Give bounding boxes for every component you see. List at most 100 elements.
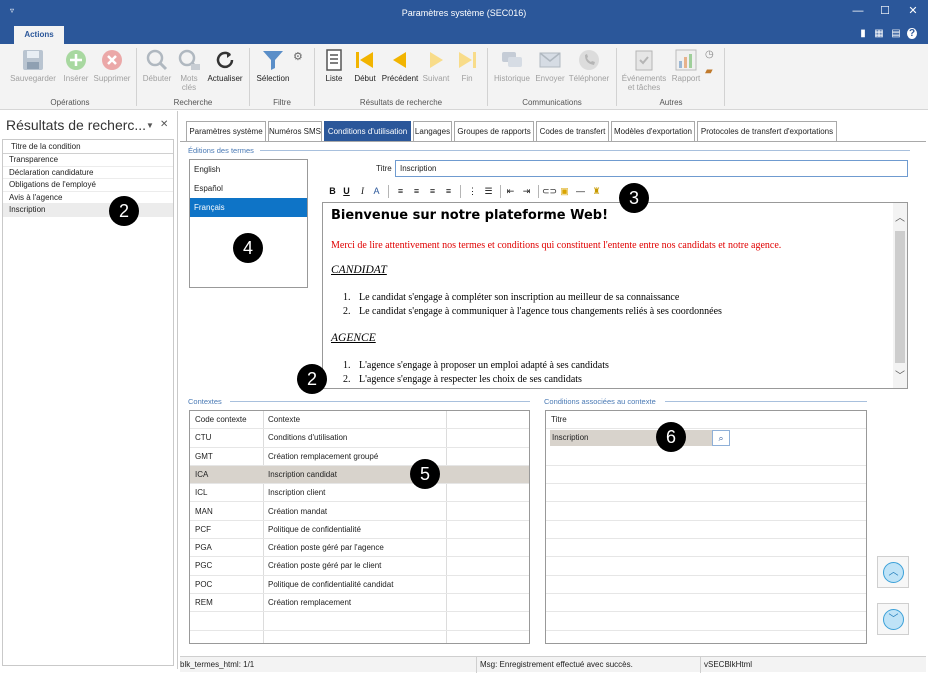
tab-actions[interactable]: Actions: [14, 26, 64, 44]
bold-icon[interactable]: B: [326, 185, 339, 198]
underline-icon[interactable]: U: [340, 185, 353, 198]
column-header-condition-title[interactable]: Titre de la condition: [3, 140, 173, 154]
print-icon[interactable]: ▤: [891, 28, 901, 39]
image-icon[interactable]: ▣: [558, 185, 571, 198]
delete-button[interactable]: Supprimer: [92, 48, 132, 83]
filter-settings-icon[interactable]: ⚙: [293, 50, 303, 63]
table-row-empty[interactable]: [546, 466, 866, 485]
tab-transfer-codes[interactable]: Codes de transfert: [536, 121, 609, 141]
send-button[interactable]: Envoyer: [534, 48, 566, 83]
panel-menu-icon[interactable]: ▼: [146, 121, 154, 130]
call-button[interactable]: Téléphoner: [567, 48, 611, 83]
table-row[interactable]: CTU Conditions d'utilisation: [190, 429, 529, 448]
bullet-list-icon[interactable]: ☰: [482, 185, 495, 198]
align-justify-icon[interactable]: ≡: [442, 185, 455, 198]
scroll-down-icon[interactable]: ﹀: [895, 367, 905, 382]
list-item[interactable]: Obligations de l'employé: [3, 179, 173, 192]
table-row-selected[interactable]: ICA Inscription candidat: [190, 465, 529, 485]
list-item[interactable]: Déclaration candidature: [3, 167, 173, 179]
align-left-icon[interactable]: ≡: [394, 185, 407, 198]
briefcase-icon[interactable]: ▰: [705, 66, 713, 77]
link-icon[interactable]: ⊂⊃: [542, 185, 557, 198]
tab-languages[interactable]: Langages: [413, 121, 452, 141]
clock-icon[interactable]: ◷: [705, 49, 714, 60]
calculator-icon[interactable]: ▮: [858, 28, 868, 39]
save-button[interactable]: Sauvegarder: [8, 48, 58, 83]
table-row-empty[interactable]: [546, 557, 866, 576]
text-color-icon[interactable]: A: [370, 185, 383, 198]
terms-editor[interactable]: Bienvenue sur notre plateforme Web! Merc…: [322, 202, 908, 389]
tab-sms-numbers[interactable]: Numéros SMS: [268, 121, 322, 141]
toolbar-separator: [500, 185, 501, 198]
panel-close-icon[interactable]: ✕: [160, 119, 168, 130]
maximize-icon[interactable]: ☐: [877, 4, 893, 18]
next-button[interactable]: Suivant: [420, 48, 452, 83]
indent-icon[interactable]: ⇥: [520, 185, 533, 198]
scrollbar-thumb[interactable]: [895, 231, 905, 363]
table-row-empty[interactable]: [546, 594, 866, 613]
insert-button[interactable]: Insérer: [60, 48, 92, 83]
history-button[interactable]: Historique: [491, 48, 533, 83]
numbered-list-icon[interactable]: ⋮: [466, 185, 479, 198]
header-context-code[interactable]: Code contexte: [195, 411, 247, 429]
language-french[interactable]: Français: [190, 198, 307, 217]
table-row-empty[interactable]: [546, 448, 866, 466]
last-button[interactable]: Fin: [453, 48, 481, 83]
language-english[interactable]: English: [190, 160, 307, 179]
events-tasks-button[interactable]: Événements et tâches: [620, 48, 668, 92]
condition-title-cell[interactable]: Inscription: [550, 430, 713, 446]
search-icon[interactable]: ⌕: [712, 430, 730, 446]
refresh-button[interactable]: Actualiser: [205, 48, 245, 83]
list-item[interactable]: Avis à l'agence: [3, 192, 173, 204]
align-right-icon[interactable]: ≡: [426, 185, 439, 198]
selection-filter-button[interactable]: Sélection: [253, 48, 293, 83]
tab-system-parameters[interactable]: Paramètres système: [186, 121, 266, 141]
move-down-button[interactable]: ﹀: [877, 603, 909, 635]
table-row-empty[interactable]: [546, 539, 866, 558]
list-item-selected[interactable]: Inscription: [3, 204, 173, 217]
table-row-empty[interactable]: [546, 503, 866, 521]
move-up-button[interactable]: ︿: [877, 556, 909, 588]
minimize-icon[interactable]: —: [850, 4, 866, 18]
table-row[interactable]: PCF Politique de confidentialité: [190, 521, 529, 540]
tab-export-models[interactable]: Modèles d'exportation: [611, 121, 695, 141]
table-row[interactable]: ICL Inscription client: [190, 484, 529, 503]
table-row[interactable]: REM Création remplacement: [190, 594, 529, 613]
align-center-icon[interactable]: ≡: [410, 185, 423, 198]
tab-export-transfer-protocols[interactable]: Protocoles de transfert d'exportations: [697, 121, 837, 141]
header-context[interactable]: Contexte: [268, 411, 300, 429]
table-row-empty[interactable]: [546, 576, 866, 594]
calendar-icon[interactable]: ▦: [874, 28, 884, 39]
table-row[interactable]: MAN Création mandat: [190, 503, 529, 521]
title-input[interactable]: [395, 160, 908, 177]
table-row-empty[interactable]: [190, 612, 529, 631]
table-row[interactable]: PGC Création poste géré par le client: [190, 557, 529, 576]
previous-button[interactable]: Précédent: [380, 48, 420, 83]
close-icon[interactable]: ✕: [905, 4, 921, 18]
report-button[interactable]: Rapport: [668, 48, 704, 83]
italic-icon[interactable]: I: [356, 185, 369, 198]
stamp-icon[interactable]: ♜: [590, 185, 603, 198]
list-button[interactable]: Liste: [318, 48, 350, 83]
table-row[interactable]: PGA Création poste géré par l'agence: [190, 539, 529, 558]
language-spanish[interactable]: Español: [190, 179, 307, 198]
outdent-icon[interactable]: ⇤: [504, 185, 517, 198]
conditions-grid: Titre Inscription ⌕: [545, 410, 867, 644]
table-row-empty[interactable]: [546, 484, 866, 503]
help-icon[interactable]: ?: [907, 28, 917, 39]
horizontal-rule-icon[interactable]: —: [574, 185, 587, 198]
table-row-empty[interactable]: [546, 521, 866, 540]
table-row[interactable]: POC Politique de confidentialité candidat: [190, 576, 529, 594]
list-item[interactable]: Transparence: [3, 154, 173, 167]
tab-report-groups[interactable]: Groupes de rapports: [454, 121, 534, 141]
editor-scrollbar[interactable]: ︿ ﹀: [893, 203, 907, 388]
status-block-name: vSECBlkHtml: [704, 660, 753, 669]
table-row-empty[interactable]: [546, 612, 866, 631]
header-title[interactable]: Titre: [551, 411, 567, 429]
start-search-button[interactable]: Débuter: [140, 48, 174, 83]
table-row[interactable]: GMT Création remplacement groupé: [190, 448, 529, 466]
keywords-button[interactable]: Mots clés: [174, 48, 204, 92]
first-button[interactable]: Début: [350, 48, 380, 83]
tab-terms-of-use[interactable]: Conditions d'utilisation: [324, 121, 411, 141]
scroll-up-icon[interactable]: ︿: [895, 209, 905, 224]
